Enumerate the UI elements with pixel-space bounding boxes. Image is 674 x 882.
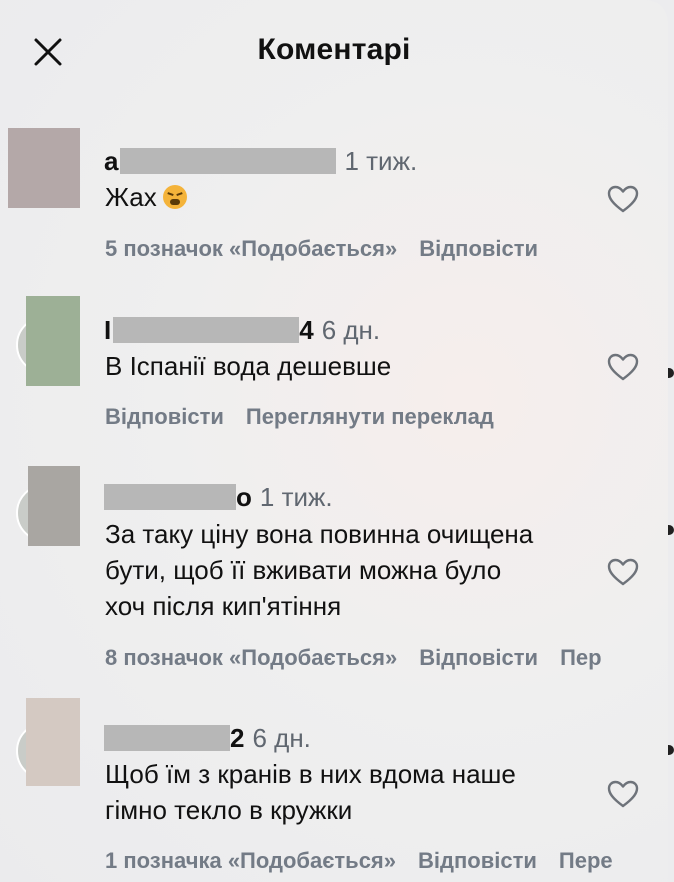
likes-count-link[interactable]: 1 позначка «Подобається»: [105, 848, 396, 873]
see-translation-button[interactable]: Пере: [559, 848, 613, 873]
comments-sheet: [0, 0, 668, 882]
reply-button[interactable]: Відповісти: [105, 404, 224, 429]
comment-time: 1 тиж.: [344, 145, 418, 176]
page-title: Коментарі: [257, 33, 411, 66]
comment-time: 1 тиж.: [259, 481, 333, 512]
comment-actions: Відповісти Переглянути переклад: [105, 404, 516, 430]
comment-username[interactable]: 2 6 дн.: [104, 723, 311, 753]
avatar-redaction: [26, 296, 80, 386]
heart-outline-icon[interactable]: [606, 184, 640, 214]
comment-username[interactable]: о 1 тиж.: [104, 482, 333, 512]
see-translation-button[interactable]: Переглянути переклад: [246, 404, 494, 429]
tired-face-emoji: [162, 185, 187, 209]
comment-actions: 8 позначок «Подобається» Відповісти Пер: [105, 645, 624, 671]
comment-username[interactable]: a 1 тиж.: [104, 146, 417, 176]
reply-button[interactable]: Відповісти: [419, 236, 538, 261]
avatar-redaction: [8, 128, 80, 208]
comment-actions: 1 позначка «Подобається» Відповісти Пере: [105, 848, 635, 874]
avatar-redaction: [26, 698, 80, 786]
reply-button[interactable]: Відповісти: [419, 645, 538, 670]
username-redaction: [113, 317, 300, 343]
avatar-redaction: [28, 466, 80, 546]
header: Коментарі: [0, 0, 668, 104]
username-redaction: [104, 484, 236, 510]
reply-button[interactable]: Відповісти: [418, 848, 537, 873]
edge-indicator: [668, 745, 674, 755]
heart-outline-icon[interactable]: [606, 779, 640, 809]
edge-indicator: [668, 525, 674, 535]
comment-text: Щоб їм з кранів в них вдома наше гімно т…: [105, 759, 516, 825]
heart-outline-icon[interactable]: [606, 352, 640, 382]
comment-text: В Іспанії вода дешевше: [105, 351, 392, 381]
likes-count-link[interactable]: 8 позначок «Подобається»: [105, 645, 397, 670]
username-redaction: [104, 725, 230, 751]
comment-actions: 5 позначок «Подобається» Відповісти: [105, 236, 560, 262]
comment-text: За таку ціну вона повинна очищена бути, …: [105, 519, 534, 621]
heart-outline-icon[interactable]: [606, 557, 640, 587]
username-redaction: [120, 148, 337, 174]
likes-count-link[interactable]: 5 позначок «Подобається»: [105, 236, 397, 261]
see-translation-button[interactable]: Пер: [560, 645, 602, 670]
comment-time: 6 дн.: [321, 314, 381, 345]
edge-indicator: [668, 368, 674, 378]
comment-time: 6 дн.: [252, 722, 311, 753]
comment-username[interactable]: I 4 6 дн.: [104, 315, 380, 345]
comment-text: Жах: [105, 179, 187, 215]
